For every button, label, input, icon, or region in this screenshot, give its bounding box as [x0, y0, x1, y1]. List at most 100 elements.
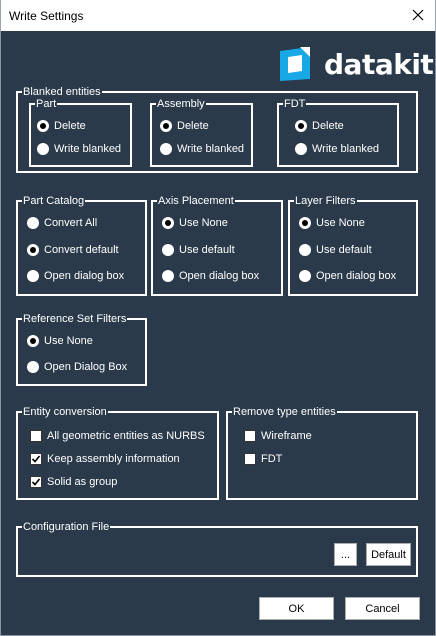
ok-button[interactable]: OK [259, 597, 334, 620]
group-configuration-file: Configuration File [16, 520, 418, 577]
checkmark-icon [31, 478, 41, 486]
option-label: Convert default [44, 244, 119, 256]
radio-button[interactable] [162, 270, 174, 282]
group-layer-filters: Layer Filters Use None Use default Open … [288, 194, 418, 296]
radio-refset-use-none[interactable]: Use None [27, 335, 93, 347]
checkbox-label: Wireframe [261, 430, 312, 442]
checkbox-label: FDT [261, 453, 283, 465]
group-entity-conversion: Entity conversion All geometric entities… [16, 405, 219, 500]
radio-button[interactable] [162, 244, 174, 256]
option-label: Use None [179, 217, 228, 229]
group-label: Axis Placement [157, 194, 235, 208]
radio-part-write-blanked[interactable]: Write blanked [37, 143, 121, 155]
group-label: Remove type entities [232, 405, 337, 419]
radio-layer-use-none[interactable]: Use None [299, 217, 365, 229]
radio-button[interactable] [27, 217, 39, 229]
option-label: Write blanked [312, 143, 380, 155]
option-label: Use default [316, 244, 372, 256]
radio-button[interactable] [160, 143, 172, 155]
radio-button[interactable] [299, 217, 311, 229]
radio-assembly-write-blanked[interactable]: Write blanked [160, 143, 244, 155]
option-label: Write blanked [54, 143, 122, 155]
radio-button[interactable] [295, 143, 307, 155]
checkbox-label: Keep assembly information [47, 453, 180, 465]
radio-button[interactable] [37, 120, 49, 132]
checkbox[interactable] [30, 453, 42, 465]
group-reference-set-filters: Reference Set Filters Use None Open Dial… [16, 312, 147, 386]
checkbox[interactable] [244, 453, 256, 465]
radio-convert-default[interactable]: Convert default [27, 244, 119, 256]
group-remove-type-entities: Remove type entities Wireframe FDT [226, 405, 418, 500]
checkbox[interactable] [244, 430, 256, 442]
close-button[interactable] [403, 2, 433, 28]
radio-button[interactable] [295, 120, 307, 132]
group-label: Configuration File [22, 520, 111, 534]
radio-layer-use-default[interactable]: Use default [299, 244, 372, 256]
radio-axis-use-default[interactable]: Use default [162, 244, 235, 256]
radio-refset-open-dialog-box[interactable]: Open Dialog Box [27, 361, 127, 373]
checkbox-fdt[interactable]: FDT [244, 453, 282, 465]
option-label: Use default [179, 244, 235, 256]
title-bar: Write Settings [0, 0, 436, 31]
radio-button[interactable] [299, 270, 311, 282]
option-label: Open dialog box [179, 270, 260, 282]
checkbox-keep-assembly[interactable]: Keep assembly information [30, 453, 180, 465]
checkbox[interactable] [30, 430, 42, 442]
radio-button[interactable] [27, 335, 39, 347]
close-icon [412, 9, 424, 21]
group-label: Part [35, 97, 58, 111]
group-label: Assembly [156, 97, 206, 111]
group-label: Blanked entities [22, 85, 102, 99]
checkbox-label: All geometric entities as NURBS [47, 430, 205, 442]
group-label: FDT [283, 97, 307, 111]
option-label: Convert All [44, 217, 98, 229]
radio-axis-use-none[interactable]: Use None [162, 217, 228, 229]
group-fdt: FDT Delete Write blanked [277, 97, 399, 167]
group-label: Reference Set Filters [22, 312, 128, 326]
checkmark-icon [31, 455, 41, 463]
option-label: Open dialog box [316, 270, 397, 282]
checkbox-label: Solid as group [47, 476, 118, 488]
checkbox-nurbs[interactable]: All geometric entities as NURBS [30, 430, 205, 442]
option-label: Delete [54, 120, 86, 132]
browse-button[interactable]: ... [334, 543, 357, 566]
checkbox-wireframe[interactable]: Wireframe [244, 430, 312, 442]
option-label: Use None [316, 217, 365, 229]
default-button[interactable]: Default [366, 543, 411, 566]
radio-button[interactable] [27, 270, 39, 282]
group-axis-placement: Axis Placement Use None Use default Open… [151, 194, 283, 296]
group-part-catalog: Part Catalog Convert All Convert default… [16, 194, 147, 296]
radio-convert-all[interactable]: Convert All [27, 217, 97, 229]
logo-text: datakit [324, 47, 434, 81]
group-label: Layer Filters [294, 194, 357, 208]
datakit-logo-icon [280, 47, 310, 81]
radio-button[interactable] [37, 143, 49, 155]
option-label: Use None [44, 335, 93, 347]
radio-button[interactable] [299, 244, 311, 256]
radio-fdt-write-blanked[interactable]: Write blanked [295, 143, 379, 155]
radio-button[interactable] [162, 217, 174, 229]
checkbox[interactable] [30, 476, 42, 488]
option-label: Write blanked [177, 143, 245, 155]
option-label: Open Dialog Box [44, 361, 128, 373]
radio-axis-open-dialog-box[interactable]: Open dialog box [162, 270, 259, 282]
radio-fdt-delete[interactable]: Delete [295, 120, 344, 132]
checkbox-solid-as-group[interactable]: Solid as group [30, 476, 117, 488]
radio-assembly-delete[interactable]: Delete [160, 120, 209, 132]
radio-button[interactable] [27, 361, 39, 373]
cancel-button[interactable]: Cancel [345, 597, 420, 620]
radio-button[interactable] [27, 244, 39, 256]
radio-open-dialog-box[interactable]: Open dialog box [27, 270, 124, 282]
radio-layer-open-dialog-box[interactable]: Open dialog box [299, 270, 396, 282]
group-label: Entity conversion [22, 405, 108, 419]
radio-button[interactable] [160, 120, 172, 132]
datakit-logo: datakit [276, 45, 434, 83]
option-label: Open dialog box [44, 270, 125, 282]
option-label: Delete [312, 120, 344, 132]
group-part: Part Delete Write blanked [29, 97, 132, 167]
window-title: Write Settings [9, 9, 84, 23]
group-label: Part Catalog [22, 194, 86, 208]
group-assembly: Assembly Delete Write blanked [150, 97, 253, 167]
radio-part-delete[interactable]: Delete [37, 120, 86, 132]
option-label: Delete [177, 120, 209, 132]
